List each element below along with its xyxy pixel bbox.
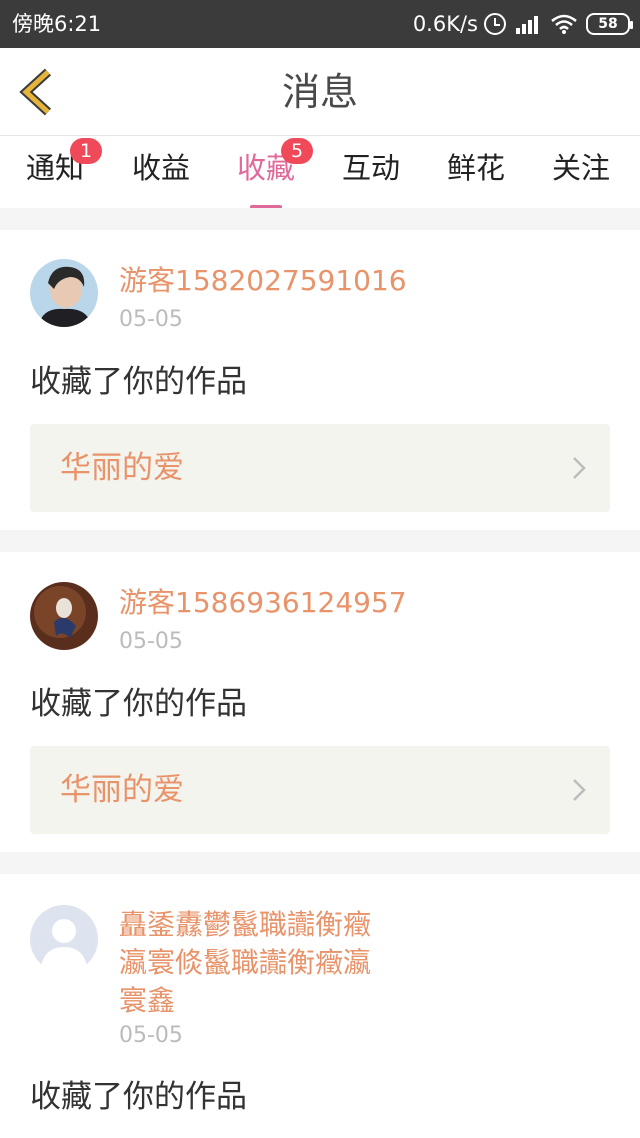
section-divider bbox=[0, 208, 640, 230]
action-text: 收藏了你的作品 bbox=[30, 1079, 247, 1115]
tab-earnings[interactable]: 收益 bbox=[132, 148, 190, 204]
user-avatar-image bbox=[30, 259, 98, 327]
avatar[interactable] bbox=[30, 905, 98, 973]
status-icons: 0.6K/s 58 bbox=[412, 9, 633, 39]
feed-card: 游客1586936124957 05-05 收藏了你的作品 华丽的爱 bbox=[0, 552, 640, 852]
status-bar: 傍晚6:21 0.6K/s 58 bbox=[0, 0, 640, 48]
username[interactable]: 游客1586936124957 bbox=[119, 586, 407, 620]
notification-badge: 1 bbox=[70, 138, 103, 164]
status-time: 傍晚6:21 bbox=[12, 12, 102, 36]
feed-card: 游客1582027591016 05-05 收藏了你的作品 华丽的爱 bbox=[0, 230, 640, 530]
wifi-icon bbox=[551, 14, 577, 34]
avatar[interactable] bbox=[30, 259, 98, 327]
tab-flowers[interactable]: 鲜花 bbox=[447, 148, 505, 204]
action-text: 收藏了你的作品 bbox=[30, 686, 247, 722]
tab-label: 鲜花 bbox=[447, 151, 506, 185]
username[interactable]: 游客1582027591016 bbox=[119, 264, 407, 298]
network-speed: 0.6K/s bbox=[412, 12, 478, 36]
section-divider bbox=[0, 852, 640, 874]
notification-badge: 5 bbox=[281, 138, 314, 164]
tab-bar: 通知 1 收益 收藏 5 互动 鲜花 关注 bbox=[0, 136, 640, 209]
battery-level: 58 bbox=[598, 16, 618, 32]
username-line[interactable]: 瀛寰倐鬣職讟衡癥瀛 bbox=[119, 946, 371, 980]
work-link[interactable]: 华丽的爱 bbox=[30, 424, 610, 512]
tab-label: 关注 bbox=[552, 151, 611, 185]
avatar[interactable] bbox=[30, 582, 98, 650]
alarm-icon bbox=[484, 13, 506, 35]
screen: { "status_bar": { "time": "傍晚6:21", "net… bbox=[0, 0, 640, 1138]
feed-card: 矗鋈纛鬱鬣職讟衡癥 瀛寰倐鬣職讟衡癥瀛 寰鑫 05-05 收藏了你的作品 bbox=[0, 874, 640, 1138]
page-title: 消息 bbox=[281, 70, 358, 114]
username-line[interactable]: 矗鋈纛鬱鬣職讟衡癥 bbox=[119, 908, 371, 942]
timestamp: 05-05 bbox=[119, 1023, 183, 1048]
tab-label: 互动 bbox=[342, 151, 401, 185]
tab-interactions[interactable]: 互动 bbox=[342, 148, 400, 204]
battery-icon: 58 bbox=[586, 13, 633, 35]
signal-icon bbox=[516, 14, 540, 34]
chevron-right-icon bbox=[573, 457, 586, 479]
timestamp: 05-05 bbox=[119, 629, 183, 654]
title-bar: 消息 bbox=[0, 48, 640, 136]
tab-follow[interactable]: 关注 bbox=[552, 148, 610, 204]
default-avatar-icon bbox=[30, 905, 98, 973]
user-avatar-image bbox=[30, 582, 98, 650]
chevron-right-icon bbox=[573, 779, 586, 801]
action-text: 收藏了你的作品 bbox=[30, 364, 247, 400]
tab-notifications[interactable]: 通知 1 bbox=[26, 138, 103, 204]
timestamp: 05-05 bbox=[119, 307, 183, 332]
section-divider bbox=[0, 530, 640, 552]
username-line[interactable]: 寰鑫 bbox=[119, 984, 175, 1018]
tab-favorites[interactable]: 收藏 5 bbox=[237, 138, 314, 209]
work-title: 华丽的爱 bbox=[60, 772, 184, 808]
work-link[interactable]: 华丽的爱 bbox=[30, 746, 610, 834]
work-title: 华丽的爱 bbox=[60, 450, 184, 486]
tab-label: 收益 bbox=[132, 151, 191, 185]
